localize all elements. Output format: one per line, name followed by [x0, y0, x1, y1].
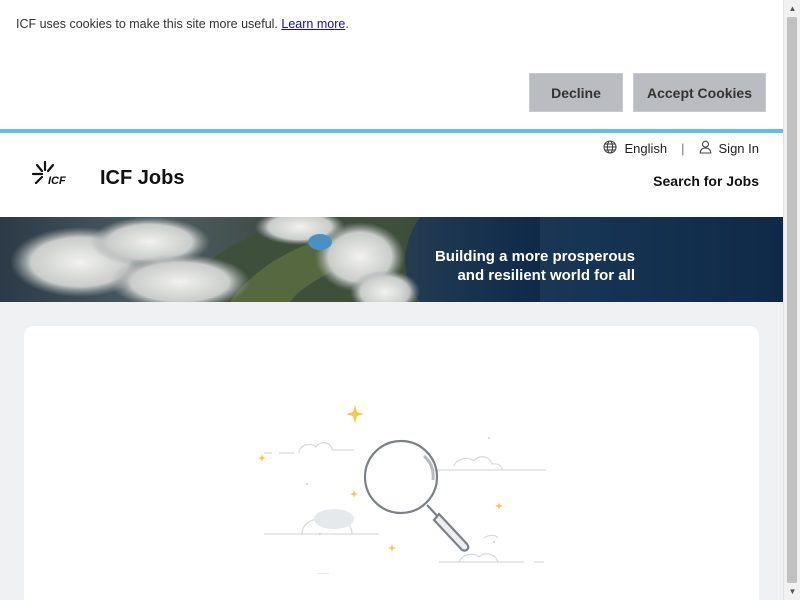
decline-button[interactable]: Decline [529, 73, 623, 112]
cookie-period: . [345, 17, 349, 31]
hero-banner: Building a more prosperous and resilient… [0, 217, 783, 302]
site-header: ICF ICF Jobs English | Sign In Search fo… [0, 133, 783, 217]
globe-icon [603, 140, 618, 157]
utility-nav: English | Sign In [603, 140, 759, 157]
user-icon [699, 140, 712, 157]
logo-wordmark: ICF [48, 175, 66, 187]
scrollbar-thumb[interactable] [787, 17, 797, 583]
language-label: English [624, 141, 668, 156]
page-title: ICF Jobs [100, 167, 185, 189]
hero-tagline-line1: Building a more prosperous [434, 248, 635, 265]
sign-in-link[interactable]: Sign In [699, 140, 759, 157]
cookie-banner: ICF uses cookies to make this site more … [0, 0, 783, 129]
hero-earth-image [10, 217, 540, 302]
icf-logo[interactable]: ICF [31, 159, 71, 189]
nav-separator: | [681, 141, 685, 156]
page-scrollbar[interactable]: ▲ ▼ [783, 0, 800, 600]
learn-more-link[interactable]: Learn more [281, 17, 345, 31]
scroll-down-icon[interactable]: ▼ [784, 583, 800, 600]
magnifying-glass-icon [258, 405, 546, 574]
cookie-message: ICF uses cookies to make this site more … [16, 17, 349, 31]
hero-tagline-line2: and resilient world for all [457, 267, 635, 284]
content-card [24, 326, 759, 600]
language-selector[interactable]: English [603, 140, 667, 157]
cookie-message-text: ICF uses cookies to make this site more … [16, 17, 278, 31]
scroll-up-icon[interactable]: ▲ [784, 0, 800, 17]
accept-cookies-button[interactable]: Accept Cookies [633, 73, 766, 112]
sign-in-label: Sign In [718, 141, 759, 156]
search-for-jobs-link[interactable]: Search for Jobs [653, 173, 759, 189]
